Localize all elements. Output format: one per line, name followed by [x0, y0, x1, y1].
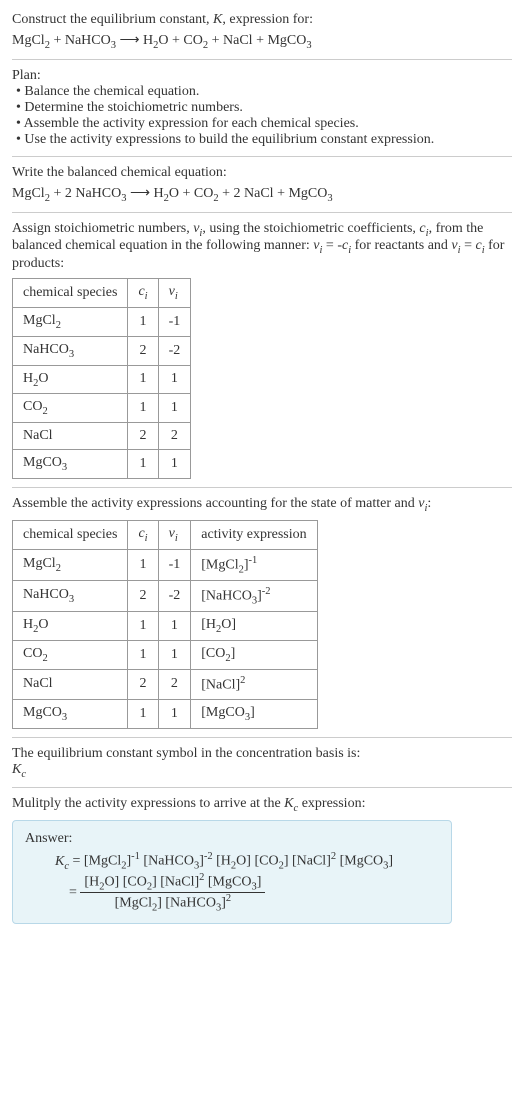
cell-expr: [MgCO3] — [191, 699, 317, 728]
table-row: MgCO3 1 1 [MgCO3] — [13, 699, 318, 728]
cell-species: CO2 — [13, 641, 128, 670]
cell-c: 1 — [128, 307, 158, 336]
stoich-table: chemical species ci νi MgCl2 1 -1 NaHCO3… — [12, 278, 191, 479]
multiply-section: Mulitply the activity expressions to arr… — [12, 796, 512, 924]
cell-v: -2 — [158, 336, 191, 365]
plan-section: Plan: • Balance the chemical equation. •… — [12, 68, 512, 148]
cell-c: 1 — [128, 450, 158, 479]
activity-intro: Assemble the activity expressions accoun… — [12, 496, 512, 514]
cell-species: H2O — [13, 612, 128, 641]
cell-species: MgCO3 — [13, 699, 128, 728]
cell-species: MgCl2 — [13, 549, 128, 580]
col-header: chemical species — [13, 520, 128, 549]
cell-c: 2 — [128, 336, 158, 365]
cell-v: -2 — [158, 581, 191, 612]
cell-expr: [NaCl]2 — [191, 670, 317, 700]
balanced-section: Write the balanced chemical equation: Mg… — [12, 165, 512, 204]
activity-table: chemical species ci νi activity expressi… — [12, 520, 318, 729]
table-row: H2O 1 1 [H2O] — [13, 612, 318, 641]
cell-c: 2 — [128, 581, 158, 612]
cell-expr: [MgCl2]-1 — [191, 549, 317, 580]
header-equation: MgCl2 + NaHCO3 ⟶ H2O + CO2 + NaCl + MgCO… — [12, 32, 512, 51]
cell-v: -1 — [158, 549, 191, 580]
frac-numerator: [H2O] [CO2] [NaCl]2 [MgCO3] — [80, 872, 265, 893]
table-row: NaHCO3 2 -2 — [13, 336, 191, 365]
cell-c: 1 — [128, 365, 158, 394]
table-header-row: chemical species ci νi activity expressi… — [13, 520, 318, 549]
cell-v: 2 — [158, 423, 191, 450]
cell-c: 2 — [128, 423, 158, 450]
cell-c: 1 — [128, 699, 158, 728]
cell-expr: [NaHCO3]-2 — [191, 581, 317, 612]
divider — [12, 212, 512, 213]
plan-title: Plan: — [12, 68, 512, 84]
cell-species: NaHCO3 — [13, 581, 128, 612]
balanced-title: Write the balanced chemical equation: — [12, 165, 512, 181]
answer-fraction: [H2O] [CO2] [NaCl]2 [MgCO3] [MgCl2] [NaH… — [80, 872, 265, 914]
stoich-section: Assign stoichiometric numbers, νi, using… — [12, 221, 512, 479]
col-header: νi — [158, 279, 191, 308]
divider — [12, 787, 512, 788]
cell-v: -1 — [158, 307, 191, 336]
cell-species: H2O — [13, 365, 128, 394]
divider — [12, 487, 512, 488]
symbol-section: The equilibrium constant symbol in the c… — [12, 746, 512, 780]
table-row: CO2 1 1 — [13, 394, 191, 423]
cell-c: 1 — [128, 612, 158, 641]
cell-species: CO2 — [13, 394, 128, 423]
cell-v: 1 — [158, 365, 191, 394]
plan-item: • Use the activity expressions to build … — [16, 132, 512, 148]
cell-v: 1 — [158, 699, 191, 728]
table-row: NaHCO3 2 -2 [NaHCO3]-2 — [13, 581, 318, 612]
divider — [12, 737, 512, 738]
table-row: MgCO3 1 1 — [13, 450, 191, 479]
table-row: H2O 1 1 — [13, 365, 191, 394]
cell-species: NaCl — [13, 670, 128, 700]
activity-section: Assemble the activity expressions accoun… — [12, 496, 512, 729]
col-header: activity expression — [191, 520, 317, 549]
table-row: NaCl 2 2 — [13, 423, 191, 450]
plan-item: • Determine the stoichiometric numbers. — [16, 100, 512, 116]
cell-c: 1 — [128, 394, 158, 423]
header-section: Construct the equilibrium constant, K, e… — [12, 12, 512, 51]
answer-expression: Kc = [MgCl2]-1 [NaHCO3]-2 [H2O] [CO2] [N… — [25, 851, 439, 913]
frac-denominator: [MgCl2] [NaHCO3]2 — [80, 893, 265, 913]
cell-species: NaHCO3 — [13, 336, 128, 365]
cell-expr: [CO2] — [191, 641, 317, 670]
table-header-row: chemical species ci νi — [13, 279, 191, 308]
symbol-value: Kc — [12, 762, 512, 780]
col-header: chemical species — [13, 279, 128, 308]
col-header: ci — [128, 279, 158, 308]
divider — [12, 59, 512, 60]
divider — [12, 156, 512, 157]
cell-species: NaCl — [13, 423, 128, 450]
cell-v: 1 — [158, 394, 191, 423]
cell-v: 2 — [158, 670, 191, 700]
table-row: MgCl2 1 -1 [MgCl2]-1 — [13, 549, 318, 580]
cell-c: 1 — [128, 549, 158, 580]
multiply-text: Mulitply the activity expressions to arr… — [12, 796, 512, 814]
balanced-equation: MgCl2 + 2 NaHCO3 ⟶ H2O + CO2 + 2 NaCl + … — [12, 185, 512, 204]
plan-item: • Assemble the activity expression for e… — [16, 116, 512, 132]
answer-box: Answer: Kc = [MgCl2]-1 [NaHCO3]-2 [H2O] … — [12, 820, 452, 924]
table-row: CO2 1 1 [CO2] — [13, 641, 318, 670]
cell-v: 1 — [158, 641, 191, 670]
plan-item: • Balance the chemical equation. — [16, 84, 512, 100]
col-header: νi — [158, 520, 191, 549]
answer-label: Answer: — [25, 831, 439, 847]
cell-c: 1 — [128, 641, 158, 670]
cell-v: 1 — [158, 450, 191, 479]
table-row: NaCl 2 2 [NaCl]2 — [13, 670, 318, 700]
cell-c: 2 — [128, 670, 158, 700]
table-row: MgCl2 1 -1 — [13, 307, 191, 336]
stoich-intro: Assign stoichiometric numbers, νi, using… — [12, 221, 512, 273]
symbol-text: The equilibrium constant symbol in the c… — [12, 746, 512, 762]
cell-v: 1 — [158, 612, 191, 641]
col-header: ci — [128, 520, 158, 549]
cell-species: MgCO3 — [13, 450, 128, 479]
header-title: Construct the equilibrium constant, K, e… — [12, 12, 512, 28]
cell-expr: [H2O] — [191, 612, 317, 641]
cell-species: MgCl2 — [13, 307, 128, 336]
